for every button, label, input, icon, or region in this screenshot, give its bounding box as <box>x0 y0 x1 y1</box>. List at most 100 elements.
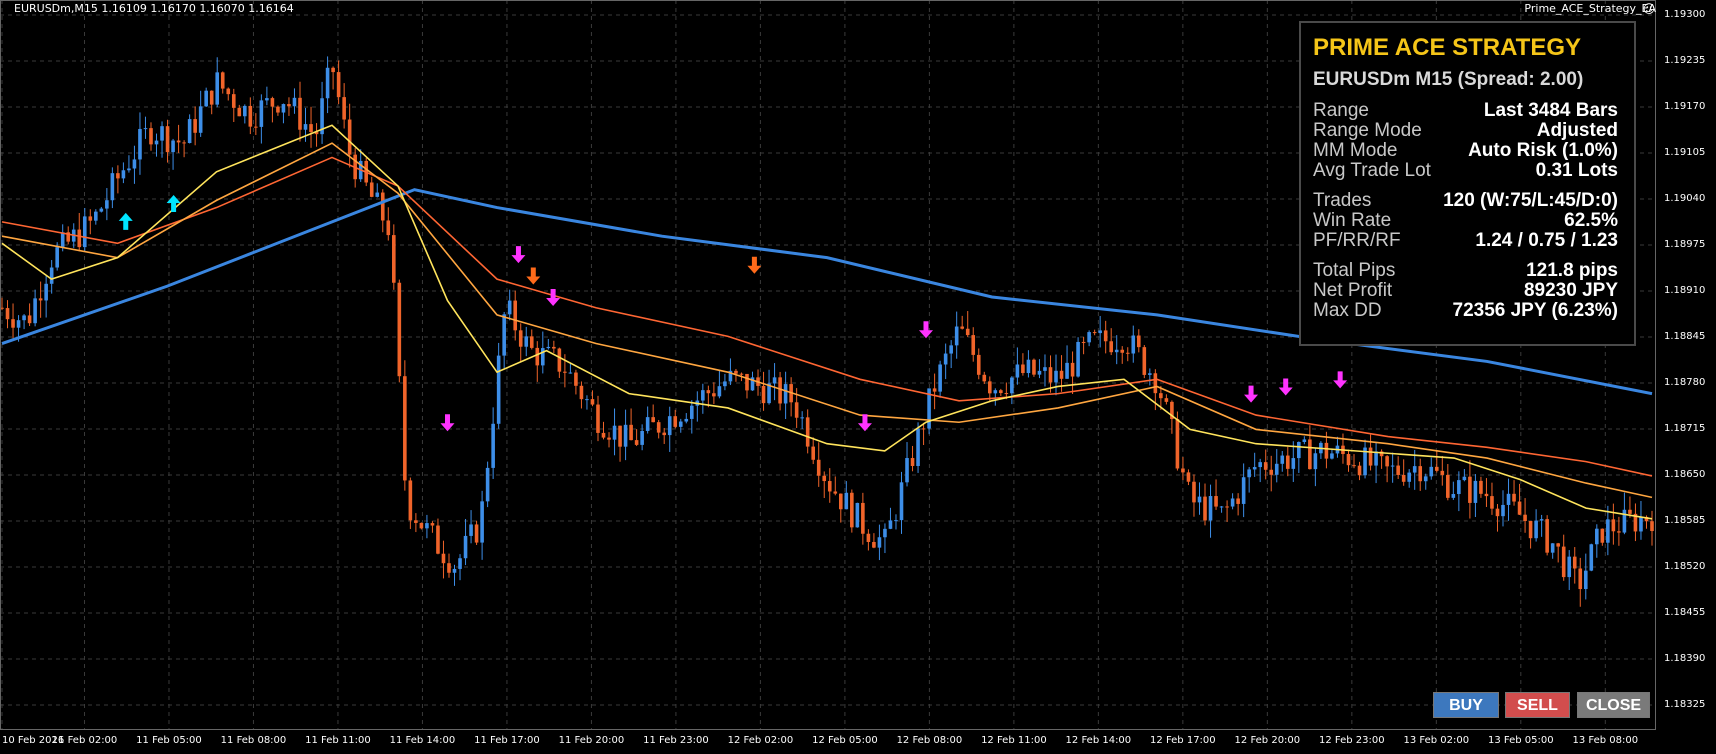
candle-bear <box>1578 568 1583 590</box>
candle-bull <box>105 200 109 209</box>
candle-bear <box>529 336 534 348</box>
stat-row-pf-rr-rf: PF/RR/RF 1.24 / 0.75 / 1.23 <box>1313 231 1618 251</box>
time-tick-label: 13 Feb 08:00 <box>1572 735 1639 746</box>
candle-bear <box>369 182 374 197</box>
price-tick-label: 1.19170 <box>1664 101 1706 112</box>
candle-bear <box>1263 462 1268 470</box>
candle-bear <box>1352 465 1356 467</box>
candle-bear <box>1528 520 1533 539</box>
stat-row-win-rate: Win Rate 62.5% <box>1313 211 1618 231</box>
candle-bull <box>1423 476 1428 482</box>
candle-bull <box>99 208 104 212</box>
stat-row-trades: Trades 120 (W:75/L:45/D:0) <box>1313 191 1618 211</box>
candle-bull <box>458 558 462 569</box>
candle-bear <box>861 502 865 534</box>
candle-bull <box>292 97 297 107</box>
candle-bull <box>546 346 551 349</box>
stat-row-max-dd: Max DD 72356 JPY (6.23%) <box>1313 301 1618 321</box>
sell-signal-arrow-icon <box>511 246 526 264</box>
candle-bear <box>1484 493 1489 497</box>
candle-bull <box>943 353 948 365</box>
time-tick-label: 11 Feb 23:00 <box>643 735 709 746</box>
candle-bull <box>1606 519 1610 543</box>
stat-value: 62.5% <box>1564 210 1618 231</box>
candle-bear <box>1308 439 1312 470</box>
price-tick-label: 1.18585 <box>1664 515 1706 526</box>
stat-row-avg-lot: Avg Trade Lot 0.31 Lots <box>1313 161 1618 181</box>
candle-bull <box>783 384 788 404</box>
price-tick-label: 1.18520 <box>1664 561 1706 572</box>
time-tick-label: 11 Feb 14:00 <box>389 735 456 746</box>
candle-bear <box>237 107 242 117</box>
buy-button[interactable]: BUY <box>1433 692 1499 718</box>
candle-bear <box>1236 498 1240 504</box>
candle-bull <box>640 430 644 445</box>
candle-bear <box>1650 521 1654 532</box>
candle-bear <box>712 393 716 397</box>
time-tick-label: 12 Feb 08:00 <box>896 735 963 746</box>
stat-value: 0.31 Lots <box>1535 160 1618 181</box>
candle-bull <box>1037 370 1042 375</box>
candle-bear <box>1048 367 1053 383</box>
stat-value: Adjusted <box>1536 120 1618 141</box>
stat-label: Trades <box>1313 190 1372 211</box>
candle-bear <box>579 385 584 400</box>
candle-bull <box>1252 467 1257 470</box>
candle-bull <box>1412 466 1417 473</box>
candle-bear <box>1517 501 1522 515</box>
candle-bull <box>855 502 860 528</box>
candle-bull <box>888 520 893 529</box>
time-axis[interactable]: 10 Feb 2026 11 Feb 02:00 11 Feb 05:00 11 Fe… <box>0 730 1656 754</box>
candle-bear <box>441 553 446 564</box>
candle-bull <box>949 345 953 354</box>
candle-bull <box>1550 543 1555 553</box>
candle-bear <box>226 88 231 95</box>
candle-bull <box>143 128 148 130</box>
candle-bear <box>827 481 832 492</box>
panel-title: PRIME ACE STRATEGY <box>1313 34 1582 61</box>
candle-bear <box>651 417 655 423</box>
candle-bear <box>1385 456 1389 467</box>
candle-bull <box>1026 359 1031 374</box>
candle-bear <box>1186 472 1191 482</box>
candle-bull <box>204 90 208 107</box>
candle-bear <box>982 374 987 382</box>
candle-bull <box>243 105 247 117</box>
ea-smiley-icon[interactable]: ☺ <box>1642 2 1656 16</box>
candle-bear <box>254 126 258 128</box>
candle-bull <box>1247 469 1251 478</box>
stat-row-range: Range Last 3484 Bars <box>1313 101 1618 121</box>
candle-bear <box>380 192 385 221</box>
price-tick-label: 1.18455 <box>1664 607 1706 618</box>
stat-row-range-mode: Range Mode Adjusted <box>1313 121 1618 141</box>
candle-bear <box>513 300 518 331</box>
candle-bull <box>154 140 159 145</box>
candle-bull <box>1583 570 1588 590</box>
candle-bull <box>55 247 59 268</box>
time-tick-label: 12 Feb 20:00 <box>1234 735 1301 746</box>
candle-bull <box>171 140 175 153</box>
candle-bull <box>132 159 137 169</box>
candle-bull <box>138 128 142 160</box>
stat-label: Range <box>1313 100 1369 121</box>
sell-button[interactable]: SELL <box>1505 692 1570 718</box>
candle-bull <box>585 399 589 401</box>
candle-bear <box>408 480 413 521</box>
stat-label: Max DD <box>1313 300 1382 321</box>
candle-bear <box>77 229 82 248</box>
candle-bear <box>590 399 595 405</box>
candle-bear <box>1120 349 1125 353</box>
price-axis[interactable]: 1.19300 1.19235 1.19170 1.19105 1.19040 1.189… <box>1656 0 1716 730</box>
candle-bear <box>1324 442 1329 459</box>
candle-bull <box>524 336 529 347</box>
candle-bull <box>877 537 882 548</box>
candle-bull <box>1241 477 1246 504</box>
stat-label: Avg Trade Lot <box>1313 160 1431 181</box>
candle-bull <box>938 364 942 392</box>
candle-bull <box>894 520 898 522</box>
candle-bull <box>717 386 722 397</box>
candle-bear <box>557 348 562 372</box>
close-positions-button[interactable]: CLOSE <box>1577 692 1650 718</box>
candle-bull <box>844 492 849 510</box>
sell-signal-arrow-icon <box>857 414 872 432</box>
